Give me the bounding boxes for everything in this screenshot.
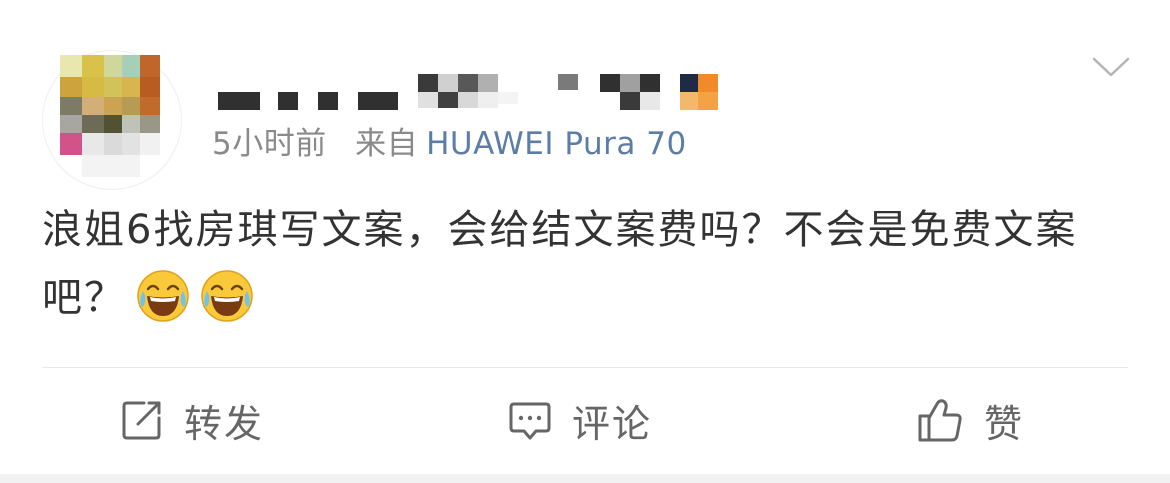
source-prefix: 来自 bbox=[355, 126, 419, 162]
username-censored[interactable] bbox=[218, 70, 728, 115]
post-text: 浪姐6找房琪写文案，会给结文案费吗？不会是免费文案吧？ bbox=[42, 207, 1078, 321]
like-label: 赞 bbox=[984, 401, 1025, 446]
source-device-link[interactable]: HUAWEI Pura 70 bbox=[426, 126, 687, 162]
comment-button[interactable]: 评论 bbox=[508, 395, 653, 446]
repost-icon bbox=[120, 398, 164, 442]
comment-icon bbox=[508, 398, 552, 442]
post-meta: 5小时前 来自 HUAWEI Pura 70 bbox=[212, 124, 687, 164]
section-separator bbox=[0, 474, 1170, 483]
like-button[interactable]: 赞 bbox=[916, 395, 1025, 446]
divider bbox=[42, 367, 1128, 368]
comment-label: 评论 bbox=[572, 401, 653, 446]
avatar[interactable] bbox=[42, 50, 182, 190]
laugh-cry-emoji bbox=[136, 269, 190, 323]
repost-label: 转发 bbox=[184, 401, 265, 446]
thumbs-up-icon bbox=[916, 396, 964, 444]
post-time: 5小时前 bbox=[212, 126, 327, 162]
laugh-cry-emoji bbox=[200, 269, 254, 323]
post-body: 浪姐6找房琪写文案，会给结文案费吗？不会是免费文案吧？ bbox=[42, 196, 1122, 332]
chevron-down-icon[interactable] bbox=[1092, 56, 1130, 78]
repost-button[interactable]: 转发 bbox=[120, 395, 265, 446]
